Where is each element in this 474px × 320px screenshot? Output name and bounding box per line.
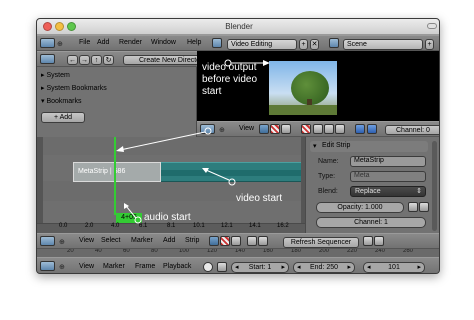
arrow-video-start-line — [205, 169, 230, 181]
arrowhead-preview — [116, 146, 124, 152]
arrowhead-video-output — [263, 60, 270, 66]
annotation-arrows — [116, 59, 270, 224]
annotation-dot-video-start — [228, 178, 236, 186]
annotation-dot-video-output — [224, 59, 232, 67]
arrow-preview-line — [119, 131, 206, 151]
annotation-dot-preview — [204, 127, 212, 135]
arrow-audio-start-line — [125, 205, 137, 219]
